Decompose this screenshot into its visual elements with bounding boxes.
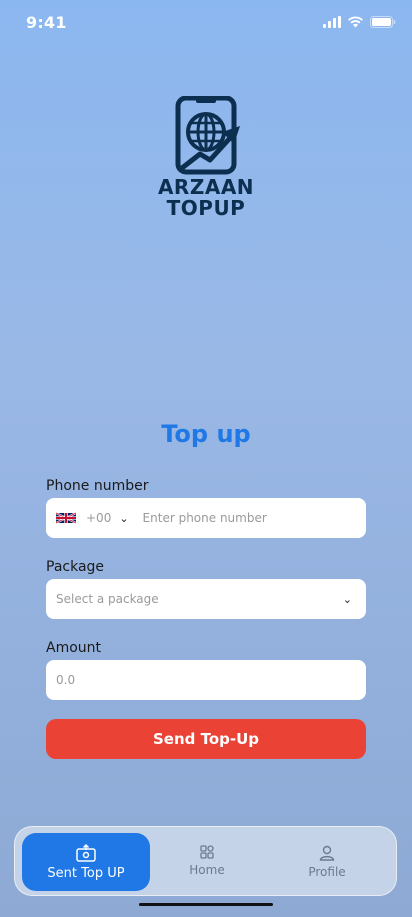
nav-item-home[interactable]: Home	[175, 845, 239, 877]
amount-field[interactable]	[46, 660, 366, 700]
status-time: 9:41	[26, 12, 67, 32]
nav-item-profile[interactable]: Profile	[295, 845, 359, 879]
sent-topup-icon	[76, 843, 96, 862]
send-topup-button[interactable]: Send Top-Up	[46, 719, 366, 759]
package-select[interactable]: Select a package ⌄	[46, 579, 366, 619]
status-icons	[323, 16, 396, 28]
nav-item-sent-topup[interactable]: Sent Top UP	[22, 833, 150, 891]
country-code[interactable]: +00	[86, 511, 111, 525]
phone-field[interactable]: +00 ⌄	[46, 498, 366, 538]
home-indicator	[139, 903, 273, 906]
logo-text-line2: TOPUP	[166, 196, 246, 220]
nav-label-profile: Profile	[308, 865, 346, 879]
nav-label-sent-topup: Sent Top UP	[47, 865, 125, 881]
profile-icon	[319, 845, 335, 861]
nav-label-home: Home	[189, 863, 225, 877]
uk-flag-icon[interactable]	[56, 512, 76, 524]
home-grid-icon	[200, 845, 214, 859]
logo-text-line1: ARZAAN	[157, 175, 255, 199]
phone-input[interactable]	[142, 511, 356, 525]
bottom-nav: Sent Top UP Home Profile	[14, 826, 397, 896]
signal-icon	[323, 16, 341, 28]
chevron-down-icon[interactable]: ⌄	[119, 512, 128, 525]
amount-input[interactable]	[56, 673, 356, 687]
wifi-icon	[348, 16, 363, 28]
phone-label: Phone number	[46, 478, 149, 494]
package-placeholder: Select a package	[56, 592, 159, 606]
chevron-down-icon: ⌄	[342, 592, 352, 606]
package-label: Package	[46, 559, 105, 575]
status-bar: 9:41	[0, 0, 412, 44]
battery-icon	[370, 16, 396, 28]
page-title: Top up	[161, 420, 251, 448]
amount-label: Amount	[46, 640, 102, 656]
